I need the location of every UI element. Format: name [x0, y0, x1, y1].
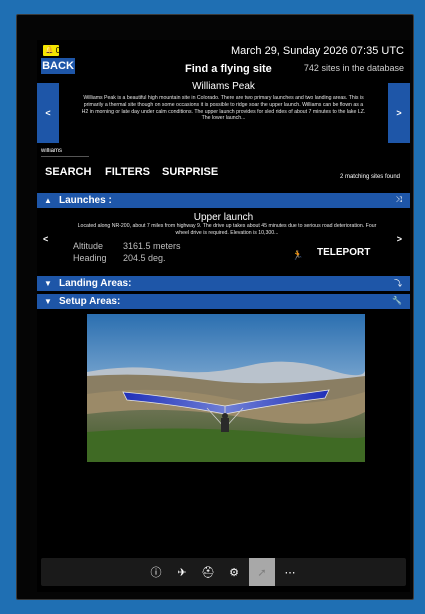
launch-details: Upper launch Located along NR-200, about… — [37, 210, 410, 264]
page-title: Find a flying site — [185, 63, 272, 75]
previous-site-button[interactable]: < — [37, 83, 59, 143]
glider-icon[interactable]: ➚ — [249, 558, 275, 586]
notification-count: 0 — [55, 46, 61, 55]
back-button[interactable]: BACK — [41, 58, 75, 74]
info-icon[interactable]: ⓘ — [145, 558, 167, 586]
heading-label: Heading — [73, 253, 107, 263]
search-button[interactable]: SEARCH — [45, 166, 91, 178]
teleport-runner-icon: 🏃 — [292, 250, 304, 260]
notification-badge[interactable]: 🔔 0 — [43, 45, 61, 56]
bottom-toolbar: ⓘ ✈ ⛑ ⚙ ➚ ⋯ — [41, 558, 406, 586]
airplane-icon[interactable]: ✈ — [171, 558, 193, 586]
wrench-icon: 🔧 — [392, 296, 402, 305]
site-name: Williams Peak — [192, 81, 255, 92]
surprise-button[interactable]: SURPRISE — [162, 166, 218, 178]
next-site-button[interactable]: > — [388, 83, 410, 143]
launches-section-header[interactable]: ▲ Launches : ⤨ — [37, 193, 410, 208]
chevron-down-icon: ▼ — [44, 297, 52, 306]
launch-description: Located along NR-200, about 7 miles from… — [77, 223, 377, 236]
filters-button[interactable]: FILTERS — [105, 166, 150, 178]
landing-icon: ⤵ — [394, 279, 402, 288]
site-finder-panel: 🔔 0 BACK March 29, Sunday 2026 07:35 UTC… — [37, 40, 410, 592]
site-description: Williams Peak is a beautiful high mounta… — [81, 95, 366, 122]
next-launch-button[interactable]: > — [397, 234, 402, 244]
pilot-helmet-icon[interactable]: ⛑ — [197, 558, 219, 586]
setup-area-photo — [87, 314, 365, 462]
launches-heading: Launches : — [59, 195, 112, 206]
search-input-underline — [41, 156, 89, 157]
teleport-button[interactable]: TELEPORT — [317, 247, 370, 258]
setup-heading: Setup Areas: — [59, 296, 121, 307]
heading-value: 204.5 deg. — [123, 253, 166, 263]
bell-icon: 🔔 — [45, 47, 54, 54]
setup-section-header[interactable]: ▼ Setup Areas: 🔧 — [37, 294, 410, 309]
match-count: 2 matching sites found — [339, 174, 400, 180]
search-input[interactable] — [41, 146, 161, 156]
chevron-up-icon: ▲ — [44, 196, 52, 205]
altitude-label: Altitude — [73, 241, 104, 251]
glider-icon: ⤨ — [395, 195, 402, 204]
database-count: 742 sites in the database — [303, 63, 404, 73]
chevron-down-icon: ▼ — [44, 279, 52, 288]
header-bar: 🔔 0 BACK March 29, Sunday 2026 07:35 UTC… — [37, 40, 410, 78]
action-bar: SEARCH FILTERS SURPRISE 2 matching sites… — [37, 166, 410, 182]
gear-icon[interactable]: ⚙ — [223, 558, 245, 586]
landing-section-header[interactable]: ▼ Landing Areas: ⤵ — [37, 276, 410, 291]
datetime-label: March 29, Sunday 2026 07:35 UTC — [230, 45, 404, 57]
grid-menu-icon[interactable]: ⋯ — [279, 558, 301, 586]
landing-heading: Landing Areas: — [59, 278, 132, 289]
launch-name: Upper launch — [193, 212, 254, 223]
altitude-value: 3161.5 meters — [123, 241, 181, 251]
previous-launch-button[interactable]: < — [43, 234, 48, 244]
